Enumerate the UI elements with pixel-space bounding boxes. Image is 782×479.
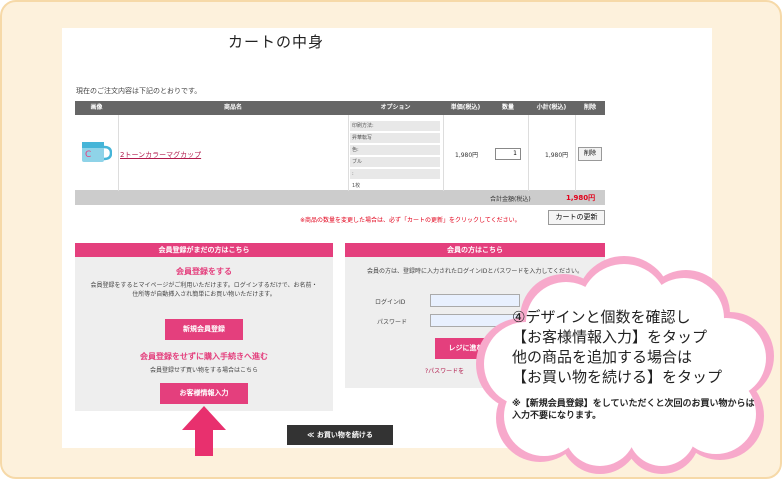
guest-checkout-title: 会員登録をせずに購入手続きへ進む xyxy=(140,352,268,361)
forgot-password-link[interactable]: ?パスワードを xyxy=(425,366,464,375)
header-unit-price: 単価(税込) xyxy=(443,101,488,115)
option-label: 印刷方法: xyxy=(350,121,440,131)
guest-checkout-description: 会員登録せず買い物をする場合はこちら xyxy=(149,367,258,374)
total-label: 合計金額(税込) xyxy=(490,196,531,203)
option-value: ブル xyxy=(350,157,440,167)
callout-line: 【お買い物を続ける】をタップ xyxy=(512,368,723,386)
password-label: パスワード xyxy=(377,319,408,326)
delete-button[interactable]: 削除 xyxy=(578,147,602,161)
new-registration-button[interactable]: 新規会員登録 xyxy=(165,319,243,340)
subtotal: 1,980円 xyxy=(545,152,569,159)
update-cart-button[interactable]: カートの更新 xyxy=(548,210,605,225)
callout-text: ④デザインと個数を確認し 【お客様情報入力】をタップ 他の商品を追加する場合は … xyxy=(512,307,757,387)
member-panel-header: 会員の方はこちら xyxy=(345,243,605,257)
mug-image: C xyxy=(82,142,112,162)
header-quantity: 数量 xyxy=(488,101,528,115)
callout-line: 【お客様情報入力】をタップ xyxy=(512,328,708,346)
unit-price: 1,980円 xyxy=(455,152,479,159)
login-id-label: ログインID xyxy=(375,299,406,306)
header-option: オプション xyxy=(348,101,443,115)
option-label: 色: xyxy=(350,145,440,155)
header-image: 画像 xyxy=(75,101,118,115)
option-label: : xyxy=(350,169,440,179)
continue-shopping-button[interactable]: ≪ お買い物を続ける xyxy=(287,425,393,445)
quantity-input[interactable]: 1 xyxy=(495,148,521,160)
register-title: 会員登録をする xyxy=(176,267,232,276)
update-warning: ※商品の数量を変更した場合は、必ず「カートの更新」をクリックしてください。 xyxy=(300,217,521,224)
divider xyxy=(575,115,576,191)
callout-note: ※【新規会員登録】をしていただくと次回のお買い物からは入力不要になります。 xyxy=(512,399,755,421)
divider xyxy=(348,115,349,191)
divider xyxy=(443,115,444,191)
register-description: 会員登録をするとマイページがご利用いただけます。ログインするだけで、お名前・住所… xyxy=(90,282,318,298)
divider xyxy=(528,115,529,191)
option-value: 昇華転写 xyxy=(350,133,440,143)
total-value: 1,980円 xyxy=(566,194,596,202)
up-arrow-icon xyxy=(182,406,226,456)
page-title: カートの中身 xyxy=(228,33,325,51)
divider xyxy=(118,115,119,191)
header-delete: 削除 xyxy=(575,101,605,115)
guest-panel-header: 会員登録がまだの方はこちら xyxy=(75,243,333,257)
order-notice: 現在のご注文内容は下記のとおりです。 xyxy=(76,87,202,95)
header-subtotal: 小計(税込) xyxy=(528,101,575,115)
option-value: 1枚 xyxy=(352,183,361,189)
header-product: 商品名 xyxy=(118,101,348,115)
callout-line: 他の商品を追加する場合は xyxy=(512,348,693,366)
svg-text:C: C xyxy=(85,150,91,160)
product-link[interactable]: 2トーンカラーマグカップ xyxy=(120,150,201,160)
callout-line: ④デザインと個数を確認し xyxy=(512,308,691,326)
customer-info-button[interactable]: お客様情報入力 xyxy=(160,383,248,404)
